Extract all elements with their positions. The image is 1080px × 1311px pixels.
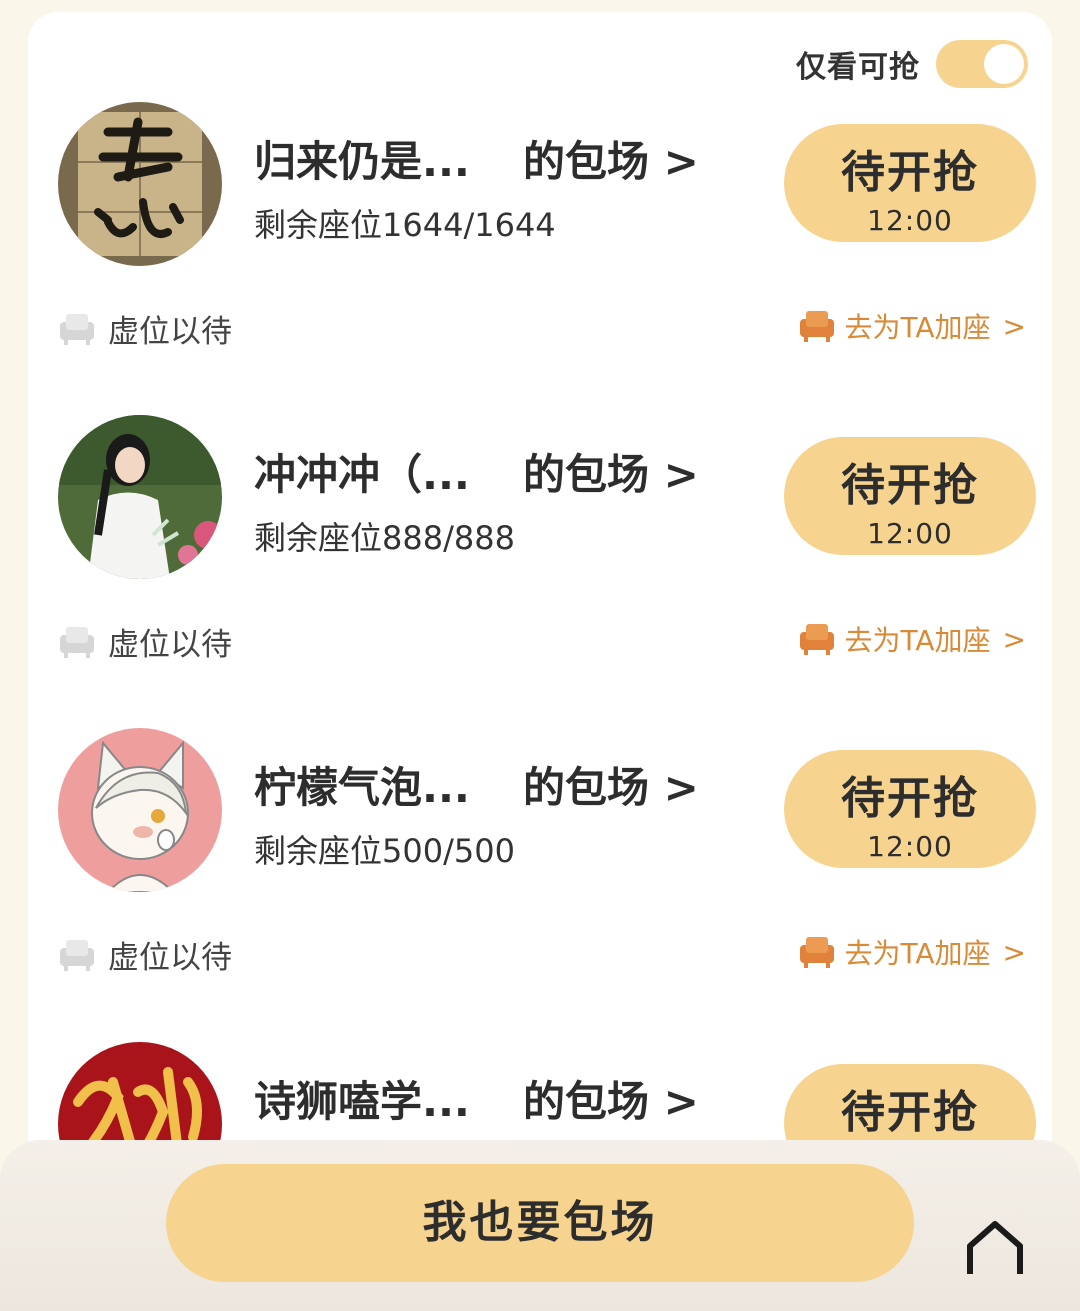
grab-button-label: 待开抢 bbox=[841, 773, 979, 824]
listing-card: 仅看可抢 归来仍是... 的包场 > 剩余座位1644/1644 待开抢 12:… bbox=[28, 12, 1052, 1311]
armchair-icon bbox=[800, 311, 835, 342]
grab-button[interactable]: 待开抢 12:00 bbox=[784, 750, 1036, 868]
host-name: 诗狮嗑学... bbox=[254, 1077, 470, 1126]
add-seat-label: 去为TA加座 bbox=[844, 311, 991, 344]
filter-label: 仅看可抢 bbox=[796, 50, 920, 85]
title-suffix: 的包场 > bbox=[523, 1077, 699, 1126]
avatar[interactable] bbox=[58, 415, 222, 579]
add-seat-label: 去为TA加座 bbox=[844, 624, 991, 657]
armchair-icon bbox=[60, 939, 94, 971]
grab-button-time: 12:00 bbox=[867, 204, 953, 237]
add-seat-link[interactable]: 去为TA加座 > bbox=[798, 306, 1026, 346]
toggle-knob bbox=[984, 44, 1024, 84]
seats-remaining: 剩余座位888/888 bbox=[254, 519, 515, 557]
grab-button[interactable]: 待开抢 12:00 bbox=[784, 124, 1036, 242]
grab-button[interactable]: 待开抢 12:00 bbox=[784, 437, 1036, 555]
add-seat-link[interactable]: 去为TA加座 > bbox=[798, 932, 1026, 972]
avatar[interactable] bbox=[58, 102, 222, 266]
title-suffix: 的包场 > bbox=[523, 137, 699, 186]
list-item: 冲冲冲（... 的包场 > 剩余座位888/888 待开抢 12:00 虚位以待… bbox=[28, 415, 1052, 728]
vacant-seat-label: 虚位以待 bbox=[108, 314, 232, 350]
chevron-right-icon: > bbox=[1002, 309, 1026, 343]
list-item: 诗狮嗑学... 的包场 > 待开抢 bbox=[28, 1042, 1052, 1152]
home-icon[interactable] bbox=[960, 1212, 1030, 1282]
host-name: 归来仍是... bbox=[254, 137, 470, 186]
vacant-seat-label: 虚位以待 bbox=[108, 940, 232, 976]
grab-button[interactable]: 待开抢 bbox=[784, 1064, 1036, 1152]
armchair-icon bbox=[800, 937, 835, 968]
grab-button-time: 12:00 bbox=[867, 830, 953, 863]
host-name: 冲冲冲（... bbox=[254, 450, 470, 499]
add-seat-link[interactable]: 去为TA加座 > bbox=[798, 619, 1026, 659]
list-item: 归来仍是... 的包场 > 剩余座位1644/1644 待开抢 12:00 虚位… bbox=[28, 102, 1052, 415]
avatar[interactable] bbox=[58, 728, 222, 892]
book-venue-button[interactable]: 我也要包场 bbox=[166, 1164, 914, 1282]
filter-row: 仅看可抢 bbox=[796, 40, 1028, 88]
list-item: 柠檬气泡... 的包场 > 剩余座位500/500 待开抢 12:00 虚位以待… bbox=[28, 728, 1052, 1041]
add-seat-label: 去为TA加座 bbox=[844, 937, 991, 970]
title-row[interactable]: 归来仍是... 的包场 > bbox=[254, 128, 699, 189]
title-suffix: 的包场 > bbox=[523, 450, 699, 499]
grab-button-time: 12:00 bbox=[867, 517, 953, 550]
armchair-icon bbox=[60, 626, 94, 658]
host-name: 柠檬气泡... bbox=[254, 763, 470, 812]
title-suffix: 的包场 > bbox=[523, 763, 699, 812]
seats-remaining: 剩余座位500/500 bbox=[254, 832, 515, 870]
armchair-icon bbox=[800, 624, 835, 655]
avatar[interactable] bbox=[58, 1042, 222, 1152]
title-row[interactable]: 冲冲冲（... 的包场 > bbox=[254, 441, 699, 502]
filter-toggle[interactable] bbox=[936, 40, 1028, 88]
title-row[interactable]: 柠檬气泡... 的包场 > bbox=[254, 754, 699, 815]
grab-button-label: 待开抢 bbox=[841, 460, 979, 511]
vacant-seat-status: 虚位以待 bbox=[58, 619, 232, 664]
title-row[interactable]: 诗狮嗑学... 的包场 > bbox=[254, 1068, 699, 1129]
grab-button-label: 待开抢 bbox=[841, 1087, 979, 1138]
chevron-right-icon: > bbox=[1002, 935, 1026, 969]
seats-remaining: 剩余座位1644/1644 bbox=[254, 206, 556, 244]
vacant-seat-status: 虚位以待 bbox=[58, 932, 232, 977]
chevron-right-icon: > bbox=[1002, 622, 1026, 656]
armchair-icon bbox=[60, 313, 94, 345]
grab-button-label: 待开抢 bbox=[841, 147, 979, 198]
vacant-seat-status: 虚位以待 bbox=[58, 306, 232, 351]
vacant-seat-label: 虚位以待 bbox=[108, 627, 232, 663]
